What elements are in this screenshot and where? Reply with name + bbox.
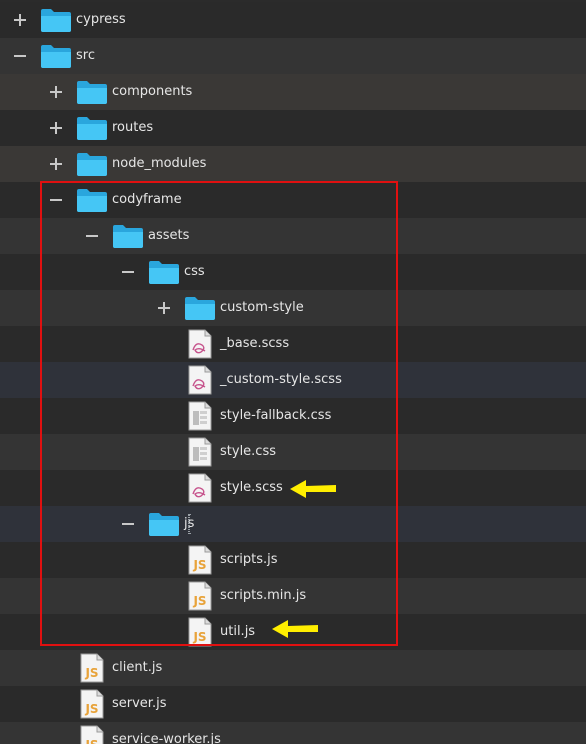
js-file-icon: JS xyxy=(80,689,104,719)
collapse-icon[interactable] xyxy=(121,517,135,531)
folder-icon xyxy=(76,80,108,105)
folder-icon xyxy=(148,512,180,537)
svg-text:JS: JS xyxy=(84,738,98,744)
expand-icon[interactable] xyxy=(157,301,171,315)
tree-item-label: client.js xyxy=(112,660,163,675)
sass-file-icon xyxy=(188,365,212,395)
tree-row-routes[interactable]: routes xyxy=(0,110,586,146)
expand-icon[interactable] xyxy=(49,121,63,135)
collapse-icon[interactable] xyxy=(121,265,135,279)
collapse-icon[interactable] xyxy=(13,49,27,63)
svg-text:JS: JS xyxy=(84,702,98,716)
tree-item-label: node_modules xyxy=(112,156,207,171)
folder-icon xyxy=(40,8,72,33)
tree-row-css[interactable]: css xyxy=(0,254,586,290)
tree-item-label: scripts.min.js xyxy=(220,588,307,603)
tree-item-label: style.scss xyxy=(220,480,283,495)
tree-item-label: _custom-style.scss xyxy=(220,372,342,387)
svg-text:JS: JS xyxy=(192,558,206,572)
sass-file-icon xyxy=(188,473,212,503)
tree-row-custom-style[interactable]: custom-style xyxy=(0,290,586,326)
tree-item-label: custom-style xyxy=(220,300,304,315)
collapse-icon[interactable] xyxy=(85,229,99,243)
tree-item-label: routes xyxy=(112,120,154,135)
svg-text:JS: JS xyxy=(84,666,98,680)
folder-icon xyxy=(76,188,108,213)
folder-icon xyxy=(112,224,144,249)
svg-text:JS: JS xyxy=(192,630,206,644)
tree-item-label: service-worker.js xyxy=(112,732,221,744)
yellow-arrow-icon xyxy=(290,480,336,498)
collapse-icon[interactable] xyxy=(49,193,63,207)
folder-icon xyxy=(76,152,108,177)
folder-icon xyxy=(76,116,108,141)
js-file-icon: JS xyxy=(188,545,212,575)
tree-row-server-js[interactable]: JS server.js xyxy=(0,686,586,722)
js-file-icon: JS xyxy=(188,617,212,647)
file-tree: cypress src components routes node_modul… xyxy=(0,0,586,744)
tree-item-label: scripts.js xyxy=(220,552,278,567)
tree-row-node-modules[interactable]: node_modules xyxy=(0,146,586,182)
tree-item-label: style-fallback.css xyxy=(220,408,332,423)
folder-icon xyxy=(184,296,216,321)
yellow-arrow-icon xyxy=(272,620,318,638)
tree-row-base-scss[interactable]: _base.scss xyxy=(0,326,586,362)
tree-item-label: style.css xyxy=(220,444,276,459)
tree-item-label: assets xyxy=(148,228,190,243)
css-file-icon xyxy=(188,437,212,467)
folder-icon xyxy=(148,260,180,285)
tree-item-label: codyframe xyxy=(112,192,182,207)
tree-item-label: _base.scss xyxy=(220,336,290,351)
sass-file-icon xyxy=(188,329,212,359)
tree-item-label: css xyxy=(184,264,205,279)
tree-item-label: server.js xyxy=(112,696,167,711)
expand-icon[interactable] xyxy=(13,13,27,27)
tree-row-custom-style-scss[interactable]: _custom-style.scss xyxy=(0,362,586,398)
tree-row-js[interactable]: js xyxy=(0,506,586,542)
tree-row-scripts-min-js[interactable]: JS scripts.min.js xyxy=(0,578,586,614)
css-file-icon xyxy=(188,401,212,431)
tree-row-codyframe[interactable]: codyframe xyxy=(0,182,586,218)
tree-row-scripts-js[interactable]: JS scripts.js xyxy=(0,542,586,578)
tree-row-assets[interactable]: assets xyxy=(0,218,586,254)
expand-icon[interactable] xyxy=(49,85,63,99)
svg-text:JS: JS xyxy=(192,594,206,608)
tree-row-cypress[interactable]: cypress xyxy=(0,2,586,38)
expand-icon[interactable] xyxy=(49,157,63,171)
tree-item-label: util.js xyxy=(220,624,256,639)
tree-item-label: js xyxy=(182,506,196,542)
tree-row-components[interactable]: components xyxy=(0,74,586,110)
tree-item-label: components xyxy=(112,84,193,99)
folder-icon xyxy=(40,44,72,69)
tree-item-label: cypress xyxy=(76,12,126,27)
tree-row-style-fallback-css[interactable]: style-fallback.css xyxy=(0,398,586,434)
tree-item-label: src xyxy=(76,48,95,63)
tree-row-src[interactable]: src xyxy=(0,38,586,74)
js-file-icon: JS xyxy=(188,581,212,611)
tree-row-service-worker-js[interactable]: JS service-worker.js xyxy=(0,722,586,744)
tree-row-style-css[interactable]: style.css xyxy=(0,434,586,470)
js-file-icon: JS xyxy=(80,653,104,683)
tree-row-client-js[interactable]: JS client.js xyxy=(0,650,586,686)
js-file-icon: JS xyxy=(80,725,104,744)
